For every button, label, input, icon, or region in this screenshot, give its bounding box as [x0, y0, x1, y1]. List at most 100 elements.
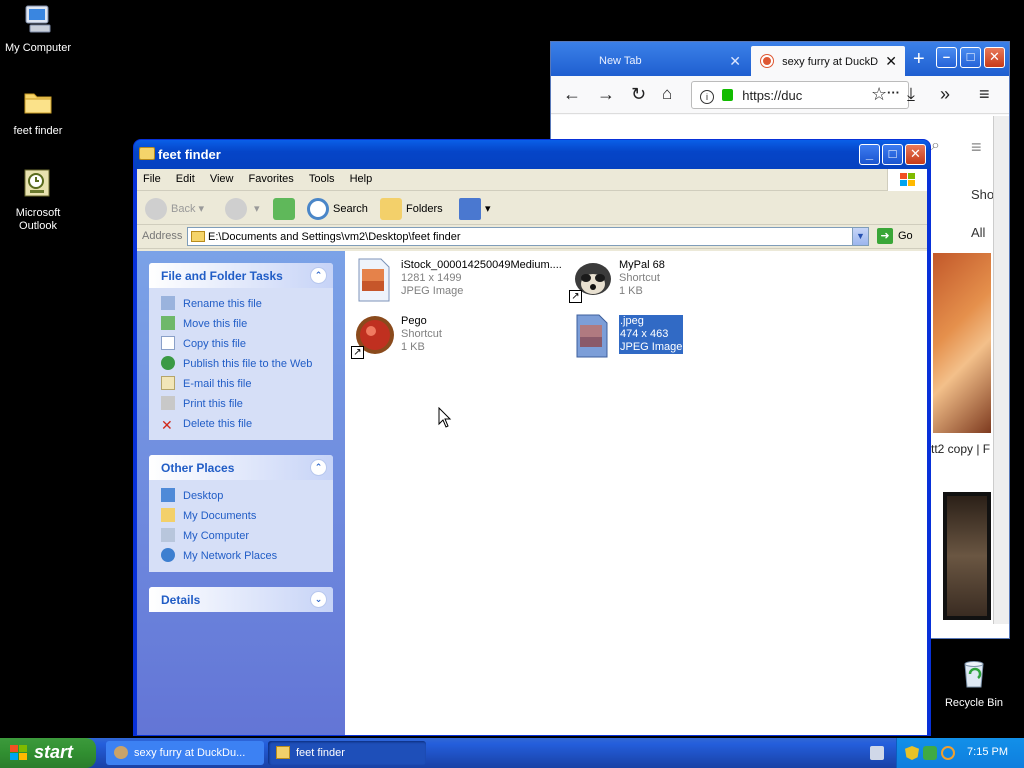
- desktop-icon-recycle-bin[interactable]: Recycle Bin: [936, 658, 1012, 710]
- place-desktop[interactable]: Desktop: [161, 486, 333, 506]
- up-button[interactable]: [273, 197, 299, 221]
- file-name: Pego: [401, 315, 427, 327]
- folders-button[interactable]: Folders: [380, 197, 443, 221]
- address-input[interactable]: E:\Documents and Settings\vm2\Desktop\fe…: [187, 227, 869, 246]
- menu-favorites[interactable]: Favorites: [243, 169, 300, 185]
- reload-icon[interactable]: ↻: [631, 84, 646, 105]
- browser-minimize-button[interactable]: –: [936, 47, 957, 68]
- up-folder-icon: [273, 198, 295, 221]
- task-print[interactable]: Print this file: [161, 394, 333, 414]
- back-button[interactable]: Back ▾: [145, 197, 204, 221]
- shop-tab-fragment[interactable]: Sho: [971, 187, 994, 202]
- browser-close-button[interactable]: ✕: [984, 47, 1005, 68]
- expand-chevron-icon[interactable]: ⌄: [310, 591, 327, 608]
- file-name: MyPal 68: [619, 259, 665, 271]
- task-label: E-mail this file: [183, 378, 252, 390]
- menu-view[interactable]: View: [204, 169, 240, 185]
- place-my-network-places[interactable]: My Network Places: [161, 546, 333, 566]
- file-item[interactable]: ↗ MyPal 68 Shortcut 1 KB: [569, 257, 789, 307]
- file-item[interactable]: ↗ Pego Shortcut 1 KB: [351, 313, 571, 363]
- explorer-title-bar[interactable]: feet finder _ □ ✕: [134, 140, 930, 169]
- browser-scrollbar[interactable]: [993, 116, 1009, 624]
- computer-icon: [25, 5, 51, 33]
- folders-label: Folders: [406, 203, 443, 215]
- desktop-icon-feet-finder[interactable]: feet finder: [0, 86, 76, 138]
- explorer-window[interactable]: feet finder _ □ ✕ File Edit View Favorit…: [133, 139, 931, 736]
- page-actions-icon[interactable]: ···: [887, 85, 900, 100]
- overflow-chevron-icon[interactable]: »: [940, 84, 950, 105]
- result-caption-fragment[interactable]: tt2 copy | F: [931, 442, 990, 456]
- hamburger-menu-icon[interactable]: ≡: [979, 84, 990, 105]
- task-publish[interactable]: Publish this file to the Web: [161, 354, 333, 374]
- place-my-computer[interactable]: My Computer: [161, 526, 333, 546]
- menu-tools[interactable]: Tools: [303, 169, 341, 185]
- address-bar: Address E:\Documents and Settings\vm2\De…: [137, 225, 927, 249]
- panel-header[interactable]: File and Folder Tasks ⌃: [149, 263, 333, 288]
- task-delete[interactable]: ✕ Delete this file: [161, 414, 333, 434]
- all-filter-fragment[interactable]: All: [971, 225, 985, 240]
- desktop-icon-my-computer[interactable]: My Computer: [0, 3, 76, 55]
- keyboard-icon[interactable]: [870, 746, 884, 760]
- place-my-documents[interactable]: My Documents: [161, 506, 333, 526]
- rename-icon: [161, 296, 175, 310]
- forward-arrow-icon: [225, 198, 247, 221]
- taskbar-item-explorer[interactable]: feet finder: [268, 741, 426, 765]
- close-tab-icon[interactable]: ✕: [885, 53, 897, 70]
- panel-header[interactable]: Details ⌄: [149, 587, 333, 612]
- security-shield-icon[interactable]: [905, 746, 919, 760]
- file-meta: 1 KB: [619, 285, 643, 297]
- page-image-2[interactable]: [943, 492, 991, 620]
- task-move[interactable]: Move this file: [161, 314, 333, 334]
- task-label: Copy this file: [183, 338, 246, 350]
- folder-icon: [276, 746, 290, 759]
- minimize-button[interactable]: _: [859, 144, 880, 165]
- task-email[interactable]: E-mail this file: [161, 374, 333, 394]
- maximize-button[interactable]: □: [882, 144, 903, 165]
- explorer-body: File Edit View Favorites Tools Help Back…: [137, 169, 927, 735]
- address-dropdown-chevron-icon[interactable]: ▼: [852, 228, 868, 245]
- panel-header[interactable]: Other Places ⌃: [149, 455, 333, 480]
- forward-arrow-icon[interactable]: →: [597, 84, 615, 105]
- new-tab-plus-icon[interactable]: +: [913, 48, 925, 71]
- go-button[interactable]: ➜ Go: [877, 228, 913, 244]
- collapse-chevron-icon[interactable]: ⌃: [310, 459, 327, 476]
- views-button[interactable]: ▾: [459, 197, 491, 221]
- place-label: My Network Places: [183, 550, 278, 562]
- menu-file[interactable]: File: [137, 169, 167, 185]
- globe-icon: [161, 356, 175, 370]
- network-icon[interactable]: [923, 746, 937, 760]
- search-button[interactable]: Search: [307, 197, 368, 221]
- menu-help[interactable]: Help: [344, 169, 379, 185]
- task-rename[interactable]: Rename this file: [161, 294, 333, 314]
- panel-title: Details: [161, 593, 201, 607]
- file-item-selected[interactable]: .jpeg 474 x 463 JPEG Image: [569, 313, 789, 363]
- tab-label: New Tab: [599, 55, 642, 67]
- place-label: Desktop: [183, 490, 224, 502]
- download-icon[interactable]: ⤓: [907, 84, 915, 105]
- close-tab-icon[interactable]: ✕: [729, 53, 741, 70]
- start-button[interactable]: start: [0, 738, 96, 768]
- back-arrow-icon[interactable]: ←: [563, 84, 581, 105]
- page-image-1[interactable]: [933, 253, 991, 433]
- home-icon[interactable]: ⌂: [662, 84, 672, 104]
- close-button[interactable]: ✕: [905, 144, 926, 165]
- taskbar-item-browser[interactable]: sexy furry at DuckDu...: [106, 741, 264, 765]
- search-icon[interactable]: [941, 746, 955, 760]
- desktop-icon-outlook[interactable]: Microsoft Outlook: [0, 168, 76, 233]
- task-label: Publish this file to the Web: [183, 358, 313, 370]
- collapse-chevron-icon[interactable]: ⌃: [310, 267, 327, 284]
- url-text: https://duc: [742, 88, 803, 103]
- browser-tab-duckduckgo[interactable]: sexy furry at DuckD ✕: [751, 46, 905, 76]
- file-item[interactable]: iStock_000014250049Medium.... 1281 x 149…: [351, 257, 571, 307]
- browser-tab-new-tab[interactable]: New Tab ✕: [589, 46, 749, 76]
- bookmark-star-icon[interactable]: ☆: [871, 84, 887, 105]
- task-copy[interactable]: Copy this file: [161, 334, 333, 354]
- menu-edit[interactable]: Edit: [170, 169, 201, 185]
- move-icon: [161, 316, 175, 330]
- browser-maximize-button[interactable]: □: [960, 47, 981, 68]
- menu-icon[interactable]: ≡: [971, 137, 982, 158]
- task-label: Rename this file: [183, 298, 262, 310]
- forward-button[interactable]: ▾: [225, 197, 260, 221]
- info-icon[interactable]: i: [700, 90, 714, 104]
- file-list-pane[interactable]: iStock_000014250049Medium.... 1281 x 149…: [345, 251, 927, 735]
